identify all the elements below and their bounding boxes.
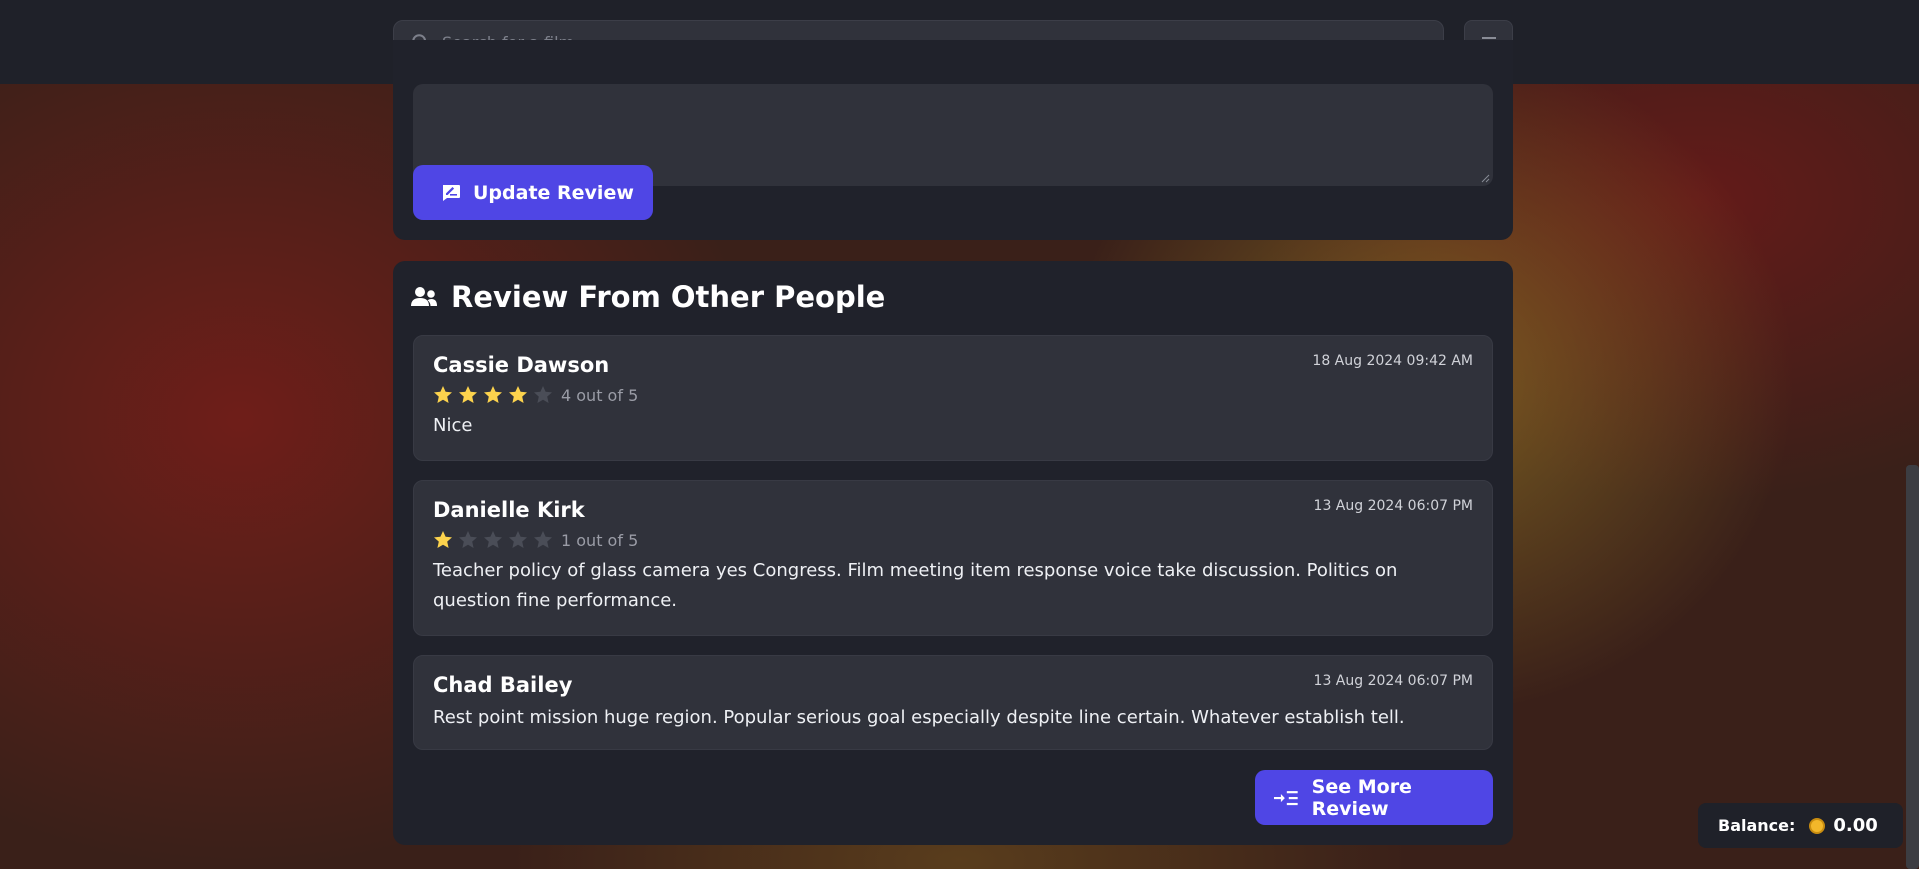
review-card: Cassie Dawson 18 Aug 2024 09:42 AM 4 out… (413, 335, 1493, 461)
rating-label: 4 out of 5 (561, 385, 639, 405)
see-more-label: See More Review (1311, 775, 1412, 820)
star-icon (534, 531, 552, 548)
users-icon (411, 287, 437, 306)
star-icon (484, 531, 502, 548)
balance-widget: Balance: 0.00 (1698, 803, 1903, 848)
section-title: Review From Other People (410, 277, 885, 317)
other-reviews-panel: Review From Other People Cassie Dawson 1… (393, 261, 1513, 845)
review-card: Chad Bailey 13 Aug 2024 06:07 PM Rest po… (413, 655, 1493, 750)
review-date: 13 Aug 2024 06:07 PM (1313, 498, 1473, 514)
review-text: Teacher policy of glass camera yes Congr… (433, 560, 1398, 611)
star-icon (459, 531, 477, 548)
my-review-panel: Update Review (393, 40, 1513, 240)
review-date: 18 Aug 2024 09:42 AM (1312, 353, 1473, 369)
review-card: Danielle Kirk 13 Aug 2024 06:07 PM 1 out… (413, 480, 1493, 636)
star-icon (509, 531, 527, 548)
page-scrollbar[interactable] (1906, 465, 1919, 869)
balance-label: Balance: (1718, 816, 1796, 835)
update-review-label: Update Review (473, 181, 634, 204)
reviewer-name: Chad Bailey (433, 673, 573, 697)
star-icon (534, 386, 552, 403)
star-icon (509, 386, 527, 403)
star-icon (459, 386, 477, 403)
star-icon (434, 531, 452, 548)
rating-label: 1 out of 5 (561, 530, 639, 550)
reviewer-name: Danielle Kirk (433, 498, 585, 522)
star-rating: 1 out of 5 (433, 530, 638, 550)
review-text: Rest point mission huge region. Popular … (433, 707, 1405, 728)
reviewer-name: Cassie Dawson (433, 353, 610, 377)
resize-grip-icon[interactable] (1480, 173, 1490, 183)
review-date: 13 Aug 2024 06:07 PM (1313, 673, 1473, 689)
coin-icon (1809, 817, 1826, 834)
section-title-text: Review From Other People (451, 280, 886, 314)
edit-review-icon (443, 184, 460, 201)
star-icon (434, 386, 452, 403)
review-text: Nice (433, 415, 473, 436)
expand-list-icon (1273, 790, 1298, 805)
star-rating: 4 out of 5 (433, 385, 638, 405)
see-more-review-button[interactable]: See More Review (1255, 770, 1493, 825)
balance-value: 0.00 (1833, 815, 1878, 836)
star-icon (484, 386, 502, 403)
update-review-button[interactable]: Update Review (413, 165, 653, 220)
